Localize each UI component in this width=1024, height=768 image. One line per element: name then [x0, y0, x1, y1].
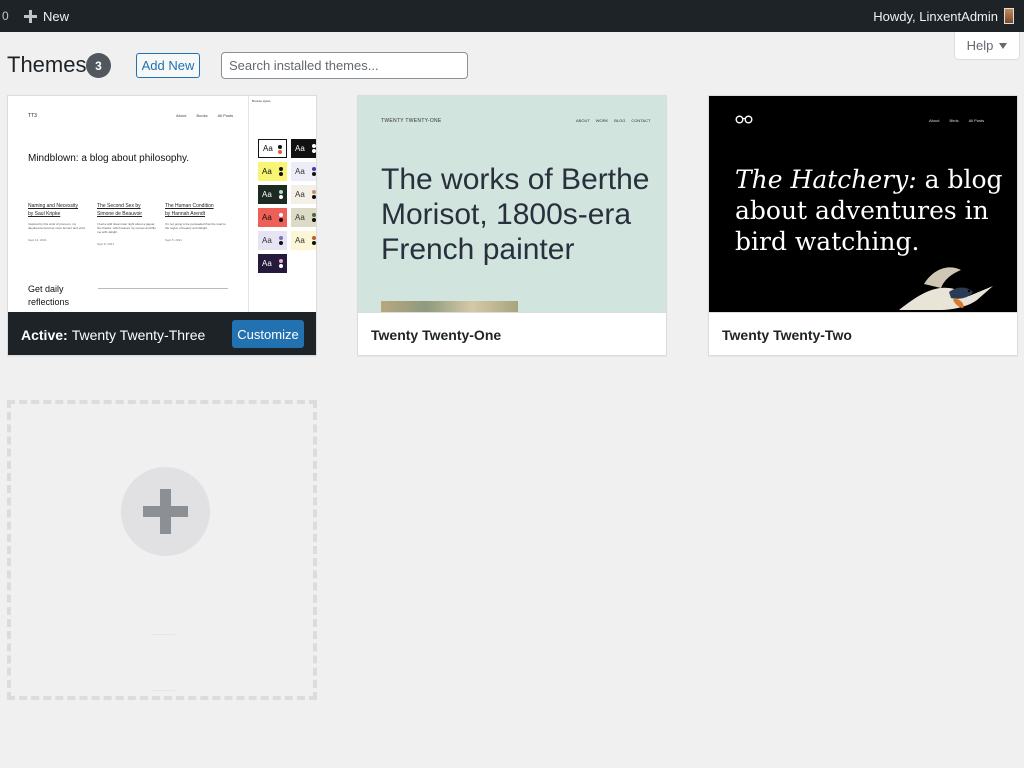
- preview-styles-panel: Browse styles Aa Aa Aa Aa Aa Aa Aa Aa Aa…: [248, 96, 316, 312]
- preview-daily-line: Get daily: [28, 284, 64, 294]
- customize-button[interactable]: Customize: [232, 320, 304, 348]
- preview-post: Naming and Necessity by Saul Kripke Insp…: [28, 202, 90, 244]
- account-menu[interactable]: Howdy, LinxentAdmin: [873, 0, 1014, 32]
- theme-name: Twenty Twenty-Three: [71, 326, 206, 343]
- style-swatch: Aa: [258, 254, 287, 273]
- preview-post-title: by Hannah Arendt: [165, 211, 206, 217]
- theme-screenshot[interactable]: TT3 About Books All Posts Mindblown: a b…: [8, 96, 316, 312]
- preview-post-title: The Human Condition: [165, 203, 214, 209]
- style-swatch: Aa: [291, 139, 316, 158]
- theme-card-twenty-twenty-one[interactable]: TWENTY TWENTY-ONE ABOUT WORK BLOG CONTAC…: [357, 95, 667, 356]
- theme-name-bar: Twenty Twenty-One: [358, 312, 666, 355]
- style-swatch: Aa: [291, 162, 316, 181]
- preview-post: The Human Condition by Hannah Arendt I'm…: [165, 202, 227, 244]
- help-label: Help: [966, 38, 994, 53]
- preview-post-title: by Saul Kripke: [28, 211, 61, 217]
- theme-name: Twenty Twenty-Two: [722, 327, 852, 343]
- preview-post-title: Simone de Beauvoir: [97, 211, 143, 217]
- preview-panel-title: Browse styles: [252, 99, 271, 103]
- style-swatch: Aa: [258, 185, 287, 204]
- page-title: Themes: [7, 52, 87, 77]
- theme-count-badge: 3: [86, 53, 111, 78]
- theme-card-twenty-twenty-two[interactable]: About Birds All Posts The Hatchery: a bl…: [708, 95, 1018, 356]
- search-input[interactable]: [221, 52, 468, 79]
- preview-nav-item: WORK: [595, 118, 609, 123]
- howdy-text: Howdy, LinxentAdmin: [873, 8, 998, 24]
- preview-post-excerpt: Inspired by this wind of pronoun, my day…: [28, 222, 86, 230]
- style-swatch: Aa: [258, 231, 287, 250]
- preview-painting-image: [381, 301, 518, 312]
- style-swatch: Aa: [258, 162, 287, 181]
- preview-post-excerpt: I had a wild dream last night about a ja…: [97, 222, 156, 234]
- preview-post-date: Sept 12, 2021: [28, 238, 47, 242]
- preview-nav: About Books All Posts: [176, 113, 233, 118]
- preview-post-date: Sept 8, 2021: [97, 242, 115, 246]
- preview-site-title: TWENTY TWENTY-ONE: [381, 118, 442, 124]
- comment-count[interactable]: 0: [2, 9, 9, 23]
- preview-post-title: The Second Sex by: [97, 203, 141, 209]
- binoculars-logo-icon: [735, 115, 753, 124]
- preview-site-title: TT3: [28, 113, 37, 119]
- admin-bar: 0 New Howdy, LinxentAdmin: [0, 0, 1024, 32]
- preview-nav-item: ABOUT: [576, 118, 590, 123]
- placeholder-line: [151, 690, 175, 691]
- preview-daily-line: reflections: [28, 297, 70, 307]
- plus-icon: [24, 9, 37, 23]
- style-swatch: Aa: [258, 208, 287, 227]
- new-content-label: New: [43, 8, 70, 24]
- help-tab-button[interactable]: Help: [954, 32, 1020, 60]
- theme-name: Twenty Twenty-One: [371, 327, 502, 343]
- theme-name-bar: Twenty Twenty-Two: [709, 312, 1017, 355]
- active-prefix: Active:: [21, 326, 68, 343]
- preview-nav: ABOUT WORK BLOG CONTACT: [576, 118, 650, 123]
- preview-headline: The works of Berthe Morisot, 1800s-era F…: [381, 163, 650, 266]
- preview-headline: The Hatchery: a blog about adventures in…: [735, 164, 1005, 257]
- preview-nav-item: All Posts: [968, 118, 985, 123]
- preview-headline: Mindblown: a blog about philosophy.: [28, 153, 190, 164]
- new-content-button[interactable]: New: [24, 0, 69, 32]
- style-swatch: Aa: [258, 139, 287, 158]
- preview-post-title: Naming and Necessity: [28, 203, 79, 209]
- placeholder-line: [151, 634, 175, 635]
- theme-screenshot[interactable]: About Birds All Posts The Hatchery: a bl…: [709, 96, 1017, 312]
- theme-screenshot[interactable]: TWENTY TWENTY-ONE ABOUT WORK BLOG CONTAC…: [358, 96, 666, 312]
- preview-nav-item: All Posts: [217, 113, 234, 118]
- preview-daily-heading: Get daily reflections: [28, 283, 69, 309]
- avatar: [1004, 8, 1014, 24]
- preview-nav-item: About: [176, 113, 187, 118]
- preview-nav-item: About: [929, 118, 940, 123]
- add-new-button[interactable]: Add New: [136, 53, 200, 78]
- style-swatch: Aa: [291, 185, 316, 204]
- caret-down-icon: [999, 42, 1008, 49]
- plus-icon: [121, 467, 210, 556]
- add-new-theme-tile[interactable]: [7, 400, 317, 700]
- preview-nav: About Birds All Posts: [929, 118, 984, 123]
- preview-post-date: Sept 5, 2021: [165, 238, 183, 242]
- preview-nav-item: BLOG: [614, 118, 626, 123]
- style-swatch: Aa: [291, 231, 316, 250]
- preview-nav-item: Birds: [949, 118, 959, 123]
- preview-nav-item: Books: [196, 113, 208, 118]
- bird-illustration-icon: [899, 267, 993, 310]
- preview-post-excerpt: I'm not going to be persuaded that the r…: [165, 222, 226, 230]
- theme-card-twenty-twenty-three[interactable]: TT3 About Books All Posts Mindblown: a b…: [7, 95, 317, 356]
- preview-divider: [98, 288, 228, 289]
- preview-headline-italic: The Hatchery:: [735, 165, 917, 194]
- preview-nav-item: CONTACT: [631, 118, 651, 123]
- style-swatch: Aa: [291, 208, 316, 227]
- preview-post: The Second Sex by Simone de Beauvoir I h…: [97, 202, 159, 248]
